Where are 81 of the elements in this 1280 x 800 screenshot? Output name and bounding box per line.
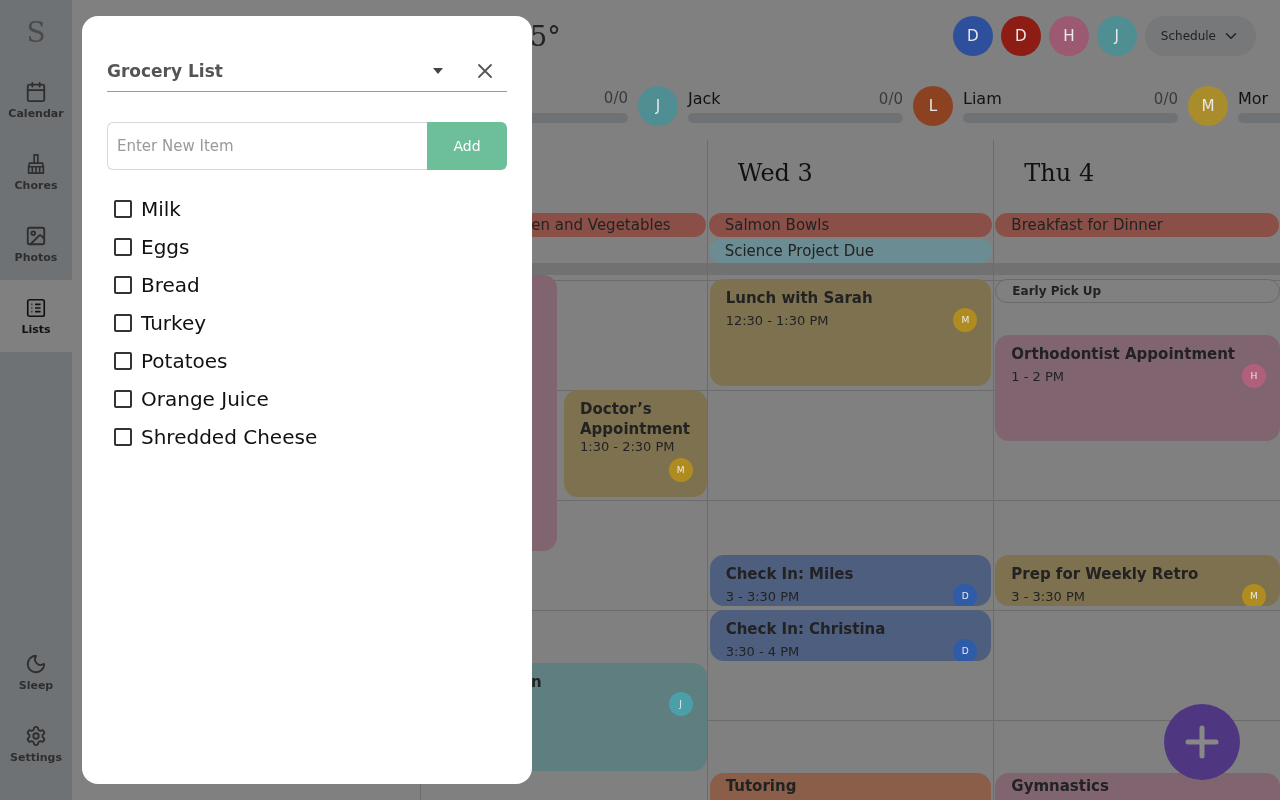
event-card[interactable]: Lunch with Sarah 12:30 - 1:30 PM M — [709, 279, 992, 386]
member-avatar[interactable]: J — [638, 86, 678, 126]
checkbox[interactable] — [114, 390, 132, 408]
list-icon — [25, 296, 47, 319]
event-card[interactable]: Check In: Christina 3:30 - 4 PM D — [709, 610, 992, 661]
event-card[interactable]: Prep for Weekly Retro 3 - 3:30 PM M — [995, 555, 1280, 606]
member-avatar: M — [1242, 584, 1266, 606]
event-card[interactable]: Orthodontist Appointment 1 - 2 PM H — [995, 335, 1280, 441]
member-avatar[interactable]: H — [1048, 16, 1089, 56]
sidebar-item[interactable]: Calendar — [0, 64, 72, 136]
view-dropdown[interactable]: Schedule — [1144, 16, 1256, 56]
member-avatar: M — [953, 308, 978, 332]
event-time: 1 - 2 PM — [1011, 368, 1065, 384]
checkbox[interactable] — [114, 314, 132, 332]
sidebar-item[interactable]: Chores — [0, 136, 72, 208]
member-avatar[interactable]: M — [1188, 86, 1228, 126]
checkbox[interactable] — [114, 428, 132, 446]
temperature: 5° — [530, 20, 561, 52]
event-title: n — [530, 672, 543, 692]
all-day-event[interactable]: Breakfast for Dinner — [995, 213, 1279, 237]
image-icon — [25, 224, 47, 247]
add-item-button[interactable]: Add — [427, 122, 507, 170]
member-avatar[interactable]: L — [913, 86, 953, 126]
member-name: Mor — [1238, 89, 1269, 108]
member-avatar[interactable]: D — [1000, 16, 1041, 56]
event-title: Orthodontist Appointment — [1011, 344, 1237, 364]
checkbox[interactable] — [114, 276, 132, 294]
event-time: 3:30 - 4 PM — [725, 643, 800, 659]
member-avatar: J — [668, 692, 693, 716]
checkbox[interactable] — [114, 352, 132, 370]
day-label: Thu 4 — [1024, 158, 1095, 187]
item-label: Milk — [141, 197, 181, 221]
day-label: Wed 3 — [737, 158, 813, 187]
checkbox[interactable] — [114, 200, 132, 218]
sidebar-item[interactable]: Sleep — [0, 636, 72, 708]
event-time: 3 - 3:30 PM — [725, 588, 800, 604]
settings-icon — [25, 724, 47, 747]
member-avatar: D — [953, 584, 978, 606]
item-label: Orange Juice — [141, 387, 269, 411]
event-time: 3 - 3:30 PM — [1011, 588, 1085, 604]
calendar-icon — [25, 80, 47, 103]
item-input[interactable]: Enter New Item — [107, 122, 427, 170]
event-time: 12:30 - 1:30 PM — [725, 312, 829, 328]
event-card[interactable]: Tutoring — [709, 773, 992, 800]
event-card[interactable]: Doctor’s Appointment 1:30 - 2:30 PM M — [564, 390, 707, 497]
event-title: Lunch with Sarah — [725, 288, 874, 308]
event-card[interactable]: Check In: Miles 3 - 3:30 PM D — [709, 555, 992, 606]
item-label: Turkey — [141, 311, 207, 335]
sidebar-item[interactable]: Photos — [0, 208, 72, 280]
list-title: Grocery List — [107, 60, 223, 81]
member-avatar[interactable]: D — [952, 16, 993, 56]
member-avatar[interactable]: J — [1096, 16, 1137, 56]
member-avatar: D — [953, 639, 978, 661]
checkbox[interactable] — [114, 238, 132, 256]
member-avatar: M — [668, 458, 693, 482]
item-label: Bread — [141, 273, 200, 297]
item-label: Shredded Cheese — [141, 425, 318, 449]
item-label: Potatoes — [141, 349, 228, 373]
sidebar-item[interactable]: Settings — [0, 708, 72, 780]
member-name: Jack — [688, 89, 721, 108]
event-title: Doctor’s Appointment — [580, 399, 692, 439]
item-label: Eggs — [141, 235, 190, 259]
event-card[interactable]: Gymnastics — [995, 773, 1280, 800]
caret-icon[interactable] — [433, 67, 443, 74]
chore-count: 0/0 — [878, 90, 903, 108]
chore-count: 0/0 — [603, 89, 628, 107]
broom-icon — [25, 152, 47, 175]
moon-icon — [25, 652, 47, 675]
event-title: Tutoring — [725, 776, 798, 796]
event-title: Check In: Miles — [725, 564, 855, 584]
event-title: Check In: Christina — [725, 619, 887, 639]
event-title: Gymnastics — [1011, 776, 1110, 796]
event-title: Prep for Weekly Retro — [1011, 564, 1200, 584]
event-chip[interactable]: Early Pick Up — [995, 279, 1280, 303]
event-time: 1:30 - 2:30 PM — [580, 439, 675, 454]
all-day-event[interactable]: Science Project Due — [708, 239, 993, 263]
sidebar-item[interactable]: Lists — [0, 280, 72, 352]
all-day-event[interactable]: Salmon Bowls — [708, 213, 993, 237]
member-name: Liam — [963, 89, 1002, 108]
member-avatar: H — [1242, 364, 1266, 388]
chore-count: 0/0 — [1153, 90, 1178, 108]
